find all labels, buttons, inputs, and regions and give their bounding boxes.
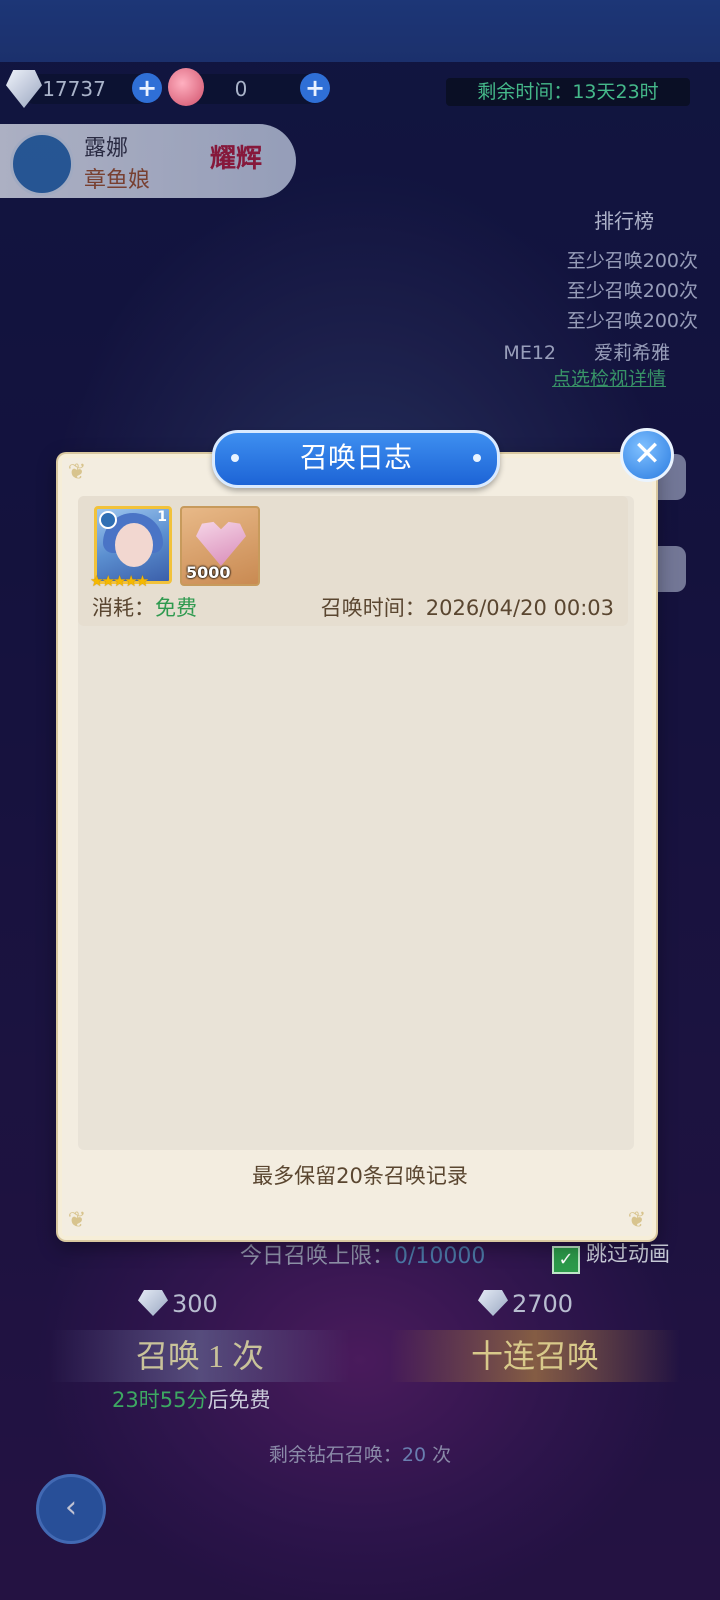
- entry-cost-label: 消耗：: [92, 596, 155, 620]
- gem-icon: [138, 1290, 168, 1316]
- close-icon: ✕: [632, 434, 662, 474]
- potion-currency: 0 +: [186, 73, 330, 104]
- daily-limit: 今日召唤上限：0/10000: [240, 1238, 485, 1270]
- hero-face: [115, 523, 153, 567]
- checkbox-icon: ✓: [552, 1246, 580, 1274]
- dialog-title: 召唤日志: [212, 430, 500, 488]
- remaining-unit: 次: [426, 1444, 452, 1466]
- ten-cost-value: 2700: [512, 1290, 574, 1318]
- back-icon: ‹: [65, 1490, 77, 1525]
- add-gem-button[interactable]: +: [132, 73, 162, 103]
- free-countdown-time: 23时55分: [112, 1388, 208, 1412]
- potion-icon: [168, 68, 204, 106]
- single-cost: 300: [138, 1290, 218, 1318]
- event-timer: 剩余时间：13天23时: [446, 78, 690, 106]
- entry-time-value: 2026/04/20 00:03: [425, 596, 614, 620]
- star-rating-icon: ★★★★★: [90, 572, 149, 590]
- entry-cost-value: 免费: [155, 596, 197, 620]
- ranking-title: 排行榜: [594, 209, 654, 233]
- corner-ornament-icon: ❦: [67, 460, 87, 485]
- heart-icon: [196, 521, 246, 566]
- hero-rarity-tag: 耀辉: [210, 144, 263, 174]
- remaining-label: 剩余钻石召唤：: [268, 1444, 402, 1466]
- remaining-value: 20: [401, 1444, 427, 1466]
- add-potion-button[interactable]: +: [300, 73, 330, 103]
- hero-card[interactable]: 露娜 章鱼娘 耀辉: [0, 124, 296, 198]
- close-button[interactable]: ✕: [620, 428, 674, 482]
- daily-limit-label: 今日召唤上限：: [240, 1244, 395, 1269]
- corner-ornament-icon: ❦: [67, 1208, 87, 1233]
- summon-ten-button[interactable]: 十连召唤: [390, 1330, 680, 1382]
- rank-row-1: 至少召唤200次: [566, 250, 698, 272]
- gem-icon: [478, 1290, 508, 1316]
- log-footer-note: 最多保留20条召唤记录: [252, 1164, 468, 1188]
- item-quantity: 5000: [186, 563, 231, 582]
- single-cost-value: 300: [172, 1290, 218, 1318]
- title-dot-icon: [473, 454, 481, 462]
- free-countdown: 23时55分后免费: [112, 1384, 270, 1414]
- rank-me: ME12 爱莉希雅: [503, 342, 670, 364]
- entry-time: 召唤时间：2026/04/20 00:03: [321, 592, 614, 622]
- rank-row-3: 至少召唤200次: [566, 310, 698, 332]
- free-countdown-suffix: 后免费: [207, 1388, 271, 1412]
- skip-animation-label: 跳过动画: [586, 1242, 670, 1266]
- hero-race: 章鱼娘: [84, 168, 151, 193]
- hero-name: 露娜: [84, 136, 129, 161]
- entry-cost: 消耗：免费: [92, 592, 197, 622]
- dialog-title-text: 召唤日志: [299, 441, 412, 474]
- corner-ornament-icon: ❦: [627, 1208, 647, 1233]
- gem-currency: 17737 +: [20, 73, 162, 104]
- water-element-icon: [99, 511, 117, 529]
- water-element-icon: [10, 132, 74, 196]
- ten-cost: 2700: [478, 1290, 573, 1318]
- daily-limit-value: 0/10000: [394, 1244, 486, 1269]
- entry-time-label: 召唤时间：: [320, 596, 426, 620]
- title-dot-icon: [231, 454, 239, 462]
- remaining-diamond-summons: 剩余钻石召唤：20 次: [0, 1440, 720, 1467]
- exp-item-icon[interactable]: 5000: [180, 506, 260, 586]
- skip-animation-toggle[interactable]: ✓ 跳过动画: [552, 1238, 670, 1274]
- ranking-detail-link[interactable]: 点选检视详情: [552, 364, 666, 391]
- back-button[interactable]: ‹: [36, 1474, 106, 1544]
- hero-level: 1: [157, 509, 167, 525]
- summon-once-button[interactable]: 召唤 1 次: [50, 1330, 350, 1382]
- rank-row-2: 至少召唤200次: [566, 280, 698, 302]
